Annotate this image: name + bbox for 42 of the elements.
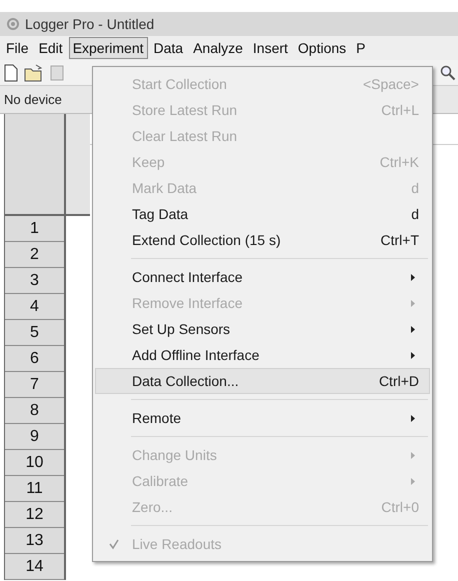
- submenu-arrow-icon: [411, 274, 415, 280]
- status-text: No device: [4, 90, 62, 109]
- row-number: 3: [5, 268, 64, 294]
- window-title: Logger Pro - Untitled: [25, 14, 154, 34]
- menu-item[interactable]: Data: [150, 37, 188, 59]
- row-number: 14: [5, 554, 64, 580]
- menu-item[interactable]: Remote: [95, 405, 430, 431]
- menu-item[interactable]: Edit: [34, 37, 67, 59]
- row-number: 6: [5, 346, 64, 372]
- submenu-arrow-icon: [411, 414, 415, 422]
- row-number: 9: [5, 424, 64, 450]
- menu-item[interactable]: Data Collection... Ctrl+D: [95, 368, 430, 394]
- menu-item[interactable]: Extend Collection (15 s) Ctrl+T: [95, 227, 430, 253]
- zoom-icon[interactable]: [440, 64, 456, 80]
- row-number: 4: [5, 294, 64, 320]
- menu-item[interactable]: Options: [294, 37, 350, 59]
- row-number: 12: [5, 502, 64, 528]
- submenu-arrow-icon: [411, 452, 415, 458]
- row-number: 2: [5, 242, 64, 268]
- row-number: 10: [5, 450, 64, 476]
- menu-item[interactable]: Connect Interface: [95, 264, 430, 290]
- new-document-icon[interactable]: [4, 64, 18, 82]
- row-number: 11: [5, 476, 64, 502]
- open-folder-icon[interactable]: [24, 64, 44, 82]
- row-number: 8: [5, 398, 64, 424]
- menu-item[interactable]: Add Offline Interface: [95, 342, 430, 368]
- row-number: 13: [5, 528, 64, 554]
- menu-item[interactable]: Analyze: [189, 37, 247, 59]
- menu-item[interactable]: P: [352, 37, 370, 59]
- menu-item[interactable]: Insert: [248, 37, 292, 59]
- row-number: 5: [5, 320, 64, 346]
- menu-item[interactable]: Set Up Sensors: [95, 316, 430, 342]
- menu-item[interactable]: Tag Data d: [95, 201, 430, 227]
- row-number: 7: [5, 372, 64, 398]
- menu-item[interactable]: File: [2, 37, 33, 59]
- app-icon: [6, 17, 20, 31]
- menu-item[interactable]: Experiment: [68, 37, 148, 59]
- submenu-arrow-icon: [411, 300, 415, 306]
- submenu-arrow-icon: [411, 326, 415, 332]
- row-number: 1: [5, 216, 64, 242]
- submenu-arrow-icon: [411, 352, 415, 358]
- submenu-arrow-icon: [411, 478, 415, 484]
